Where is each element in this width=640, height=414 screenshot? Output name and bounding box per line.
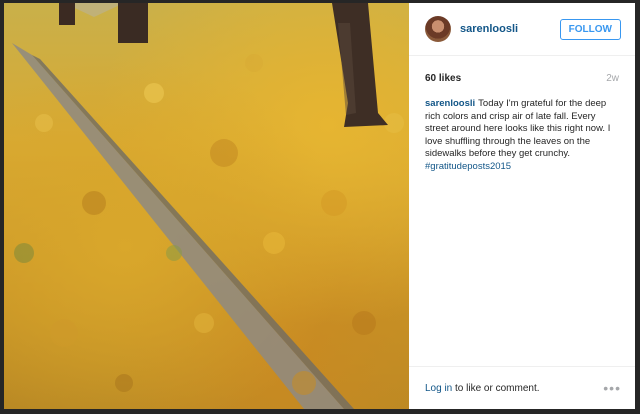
post-modal: sarenloosli FOLLOW 60 likes 2w sarenloos…: [4, 3, 635, 409]
login-prompt: Log in to like or comment.: [425, 383, 603, 394]
post-header: sarenloosli FOLLOW: [409, 3, 635, 56]
hashtag-link[interactable]: #gratitudeposts2015: [425, 161, 619, 174]
post-caption: sarenloosli Today I'm grateful for the de…: [409, 98, 635, 173]
post-stats: 60 likes 2w: [409, 58, 635, 98]
username-link[interactable]: sarenloosli: [460, 23, 560, 35]
follow-button[interactable]: FOLLOW: [559, 18, 621, 40]
likes-count[interactable]: 60 likes: [425, 73, 461, 84]
avatar[interactable]: [425, 16, 451, 42]
autumn-leaves-photo: [12, 3, 404, 409]
more-options-icon[interactable]: •••: [603, 380, 621, 396]
post-photo: [4, 3, 409, 409]
login-prompt-suffix: to like or comment.: [452, 382, 540, 394]
post-age: 2w: [606, 72, 619, 84]
login-link[interactable]: Log in: [425, 383, 452, 394]
post-footer: Log in to like or comment. •••: [409, 366, 635, 409]
caption-username-link[interactable]: sarenloosli: [425, 98, 475, 109]
post-sidebar: sarenloosli FOLLOW 60 likes 2w sarenloos…: [409, 3, 635, 409]
